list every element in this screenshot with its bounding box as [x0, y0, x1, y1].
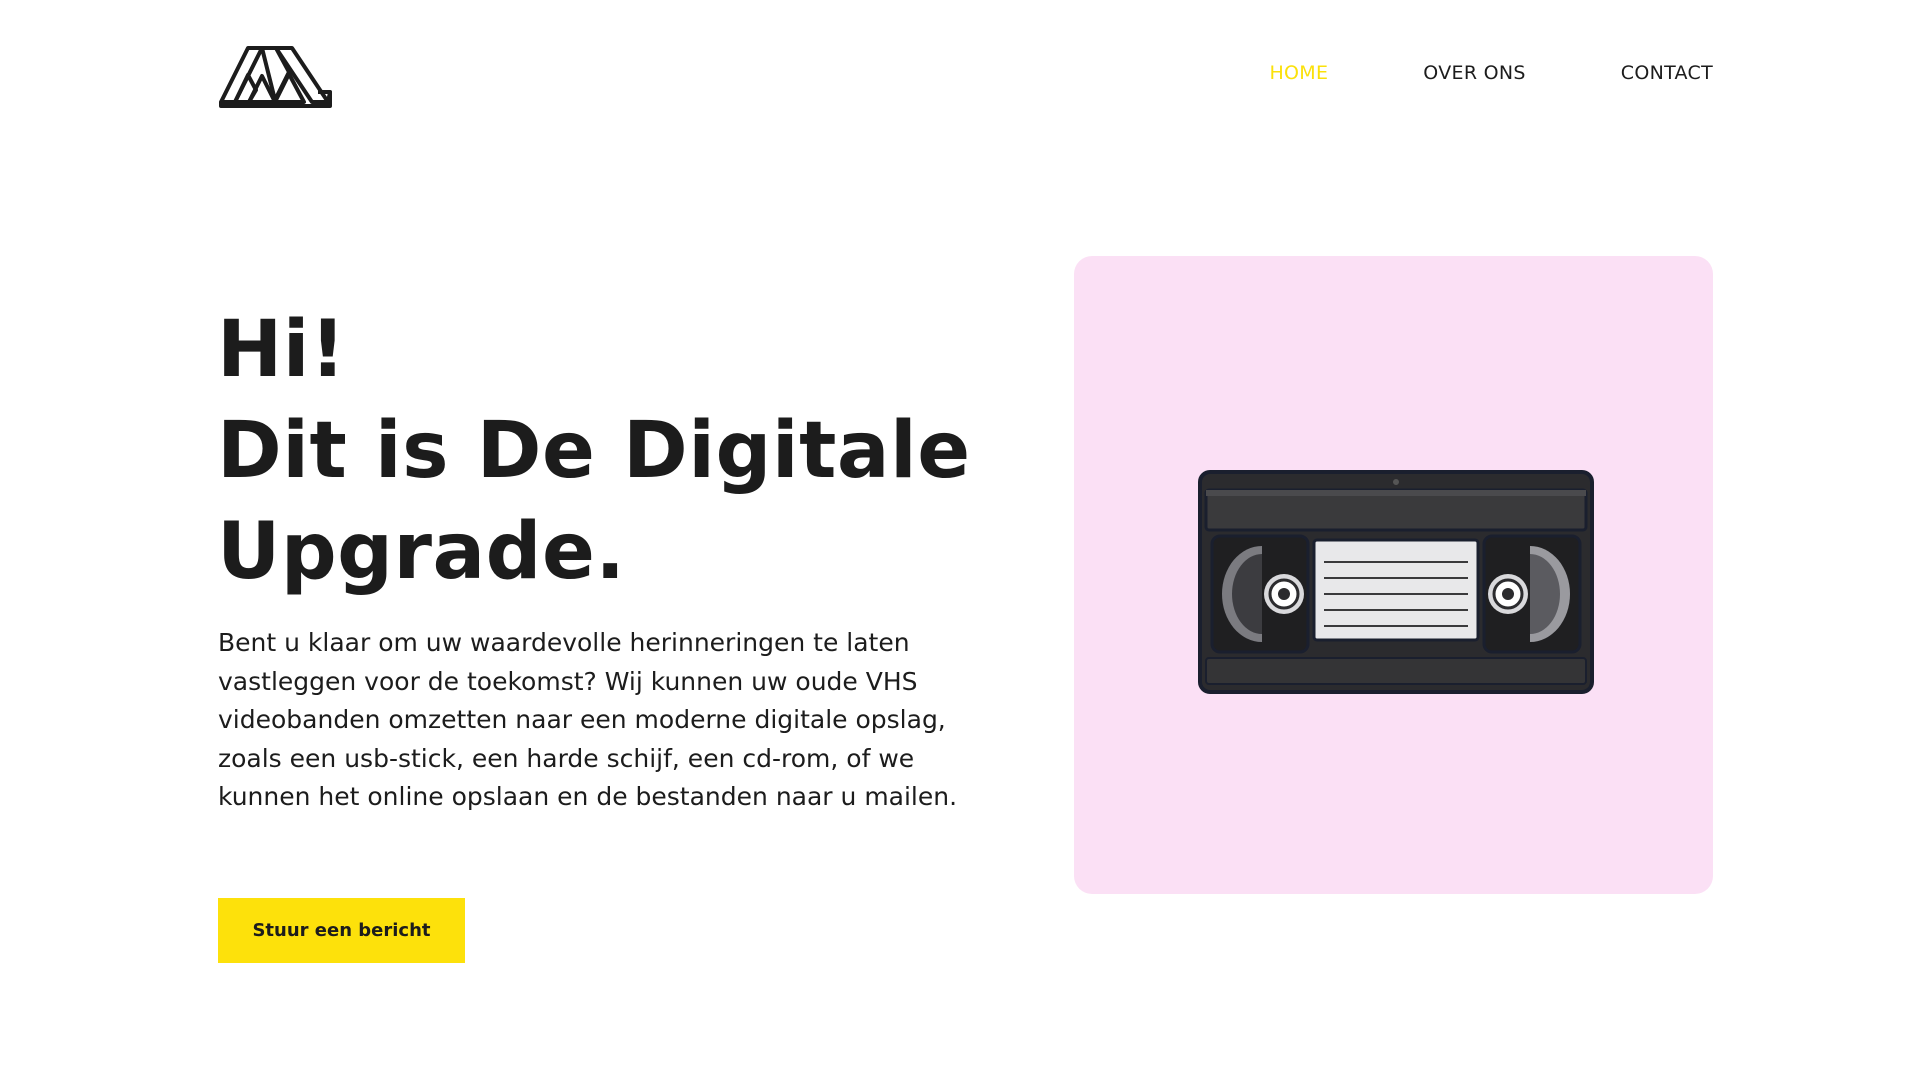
hero-title-line: Dit is De Digitale: [217, 406, 971, 496]
main-nav: HOME OVER ONS CONTACT: [1269, 62, 1713, 84]
site-logo[interactable]: [218, 42, 334, 110]
hero-title-line: Upgrade.: [217, 507, 626, 597]
hero-title-line: Hi!: [217, 305, 347, 395]
illustration-card: [1074, 256, 1713, 894]
nav-over-ons[interactable]: OVER ONS: [1423, 62, 1526, 84]
hero-description: Bent u klaar om uw waardevolle herinneri…: [218, 628, 958, 811]
send-message-button[interactable]: Stuur een bericht: [218, 898, 465, 963]
site-header: HOME OVER ONS CONTACT: [0, 0, 1920, 152]
hero-title: Hi! Dit is De Digitale Upgrade.: [217, 300, 997, 603]
mountain-m-logo-icon: [219, 46, 332, 108]
nav-contact[interactable]: CONTACT: [1621, 62, 1713, 84]
vhs-cassette-icon: [1198, 470, 1594, 694]
nav-home[interactable]: HOME: [1269, 62, 1328, 84]
